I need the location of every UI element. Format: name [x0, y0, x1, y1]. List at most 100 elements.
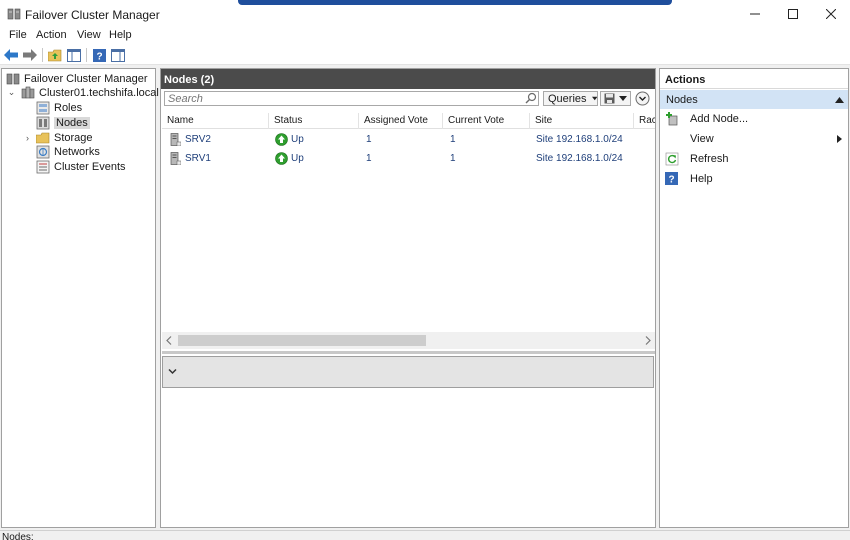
status-up-icon	[275, 133, 288, 146]
search-input[interactable]	[164, 91, 539, 106]
action-refresh[interactable]: Refresh	[660, 150, 848, 168]
window-title: Failover Cluster Manager	[25, 8, 160, 22]
column-header-rack[interactable]: Rac	[634, 113, 655, 129]
toolbar-separator	[86, 48, 87, 62]
table-row[interactable]: SRV2 Up 1 1 Site 192.168.1.0/24	[162, 130, 655, 149]
menu-bar: File Action View Help	[0, 28, 850, 45]
save-icon	[604, 93, 615, 104]
node-site: Site 192.168.1.0/24	[536, 153, 623, 164]
svg-text:?: ?	[96, 51, 102, 62]
column-header-assigned-vote[interactable]: Assigned Vote	[359, 113, 443, 129]
chevron-down-icon	[619, 96, 627, 101]
action-label: Help	[690, 173, 713, 185]
column-header-site[interactable]: Site	[530, 113, 634, 129]
action-help[interactable]: ? Help	[660, 170, 848, 188]
close-icon	[826, 9, 836, 19]
assigned-vote: 1	[366, 153, 372, 164]
column-header-current-vote[interactable]: Current Vote	[443, 113, 530, 129]
nodes-icon	[36, 116, 50, 129]
refresh-icon	[665, 152, 679, 166]
add-node-icon	[666, 112, 678, 126]
node-name: SRV1	[185, 153, 211, 164]
node-status: Up	[291, 153, 304, 164]
tree-item-label: Roles	[54, 101, 83, 114]
menu-action[interactable]: Action	[34, 29, 69, 41]
details-pane	[162, 356, 654, 388]
column-header-name[interactable]: Name	[162, 113, 269, 129]
current-vote: 1	[450, 134, 456, 145]
action-view[interactable]: View	[660, 130, 848, 148]
help-button[interactable]: ?	[91, 47, 107, 63]
action-label: Refresh	[690, 153, 729, 165]
close-button[interactable]	[812, 0, 850, 28]
assigned-vote: 1	[366, 134, 372, 145]
expand-icon	[635, 91, 650, 106]
tree-item-roles[interactable]: Roles	[36, 100, 82, 115]
tree-item-label: Nodes	[54, 116, 90, 129]
status-bar: Nodes:	[0, 530, 850, 540]
cluster-icon	[21, 86, 35, 98]
back-arrow-icon	[4, 49, 18, 61]
roles-icon	[36, 101, 50, 114]
svg-text:?: ?	[668, 175, 674, 186]
console-tree: Failover Cluster Manager ⌄ Cluster01.tec…	[1, 68, 159, 528]
show-hide-action-pane-button[interactable]	[110, 47, 126, 63]
search-icon[interactable]	[525, 92, 537, 104]
node-name: SRV2	[185, 134, 211, 145]
chevron-down-icon[interactable]	[168, 368, 177, 375]
action-label: View	[690, 133, 714, 145]
queries-button[interactable]: Queries	[543, 91, 598, 106]
back-button[interactable]	[3, 47, 19, 63]
show-hide-console-tree-button[interactable]	[66, 47, 82, 63]
collapse-icon[interactable]	[835, 97, 844, 103]
node-site: Site 192.168.1.0/24	[536, 134, 623, 145]
maximize-icon	[788, 9, 798, 19]
tree-item-storage[interactable]: › Storage	[23, 130, 93, 145]
horizontal-scrollbar[interactable]	[162, 332, 655, 349]
scrollbar-thumb[interactable]	[178, 335, 426, 346]
actions-title: Actions	[660, 69, 848, 89]
tree-item-label: Networks	[54, 145, 100, 158]
status-text: Nodes:	[2, 532, 34, 540]
tree-item-networks[interactable]: Networks	[36, 144, 100, 159]
actions-pane: Actions Nodes Add Node... View Refresh ?…	[659, 68, 849, 528]
tree-item-root[interactable]: Failover Cluster Manager	[6, 71, 148, 86]
chevron-down-icon	[591, 96, 597, 101]
actions-section-nodes[interactable]: Nodes	[660, 90, 848, 109]
action-add-node[interactable]: Add Node...	[660, 110, 848, 128]
chevron-down-icon[interactable]: ⌄	[7, 85, 16, 100]
results-pane-header: Nodes (2)	[161, 69, 655, 89]
forward-button[interactable]	[22, 47, 38, 63]
scroll-right-icon[interactable]	[645, 336, 651, 345]
menu-help[interactable]: Help	[107, 29, 134, 41]
menu-view[interactable]: View	[75, 29, 103, 41]
storage-icon	[36, 132, 50, 143]
save-query-button[interactable]	[600, 91, 631, 106]
server-icon	[170, 133, 181, 146]
help-icon: ?	[92, 48, 106, 62]
node-status: Up	[291, 134, 304, 145]
tree-item-label: Cluster Events	[54, 160, 126, 173]
column-header-row: Name Status Assigned Vote Current Vote S…	[162, 113, 655, 129]
current-vote: 1	[450, 153, 456, 164]
column-header-status[interactable]: Status	[269, 113, 359, 129]
tree-item-cluster[interactable]: ⌄ Cluster01.techshifa.local	[7, 85, 159, 100]
tree-item-cluster-events[interactable]: Cluster Events	[36, 159, 126, 174]
tree-item-label: Storage	[54, 131, 93, 144]
minimize-button[interactable]	[736, 0, 774, 28]
cluster-manager-icon	[7, 8, 21, 20]
chevron-right-icon[interactable]: ›	[23, 130, 32, 145]
scroll-left-icon[interactable]	[166, 336, 172, 345]
maximize-button[interactable]	[774, 0, 812, 28]
tree-item-nodes[interactable]: Nodes	[36, 115, 90, 130]
folder-up-icon	[48, 49, 62, 61]
table-row[interactable]: SRV1 Up 1 1 Site 192.168.1.0/24	[162, 149, 655, 168]
tree-item-label: Cluster01.techshifa.local	[39, 86, 159, 99]
expand-collapse-button[interactable]	[635, 91, 650, 106]
status-up-icon	[275, 152, 288, 165]
pane-splitter[interactable]	[162, 351, 655, 354]
cluster-events-icon	[36, 160, 50, 173]
up-folder-button[interactable]	[47, 47, 63, 63]
menu-file[interactable]: File	[7, 29, 29, 41]
actions-section-label: Nodes	[666, 94, 698, 106]
